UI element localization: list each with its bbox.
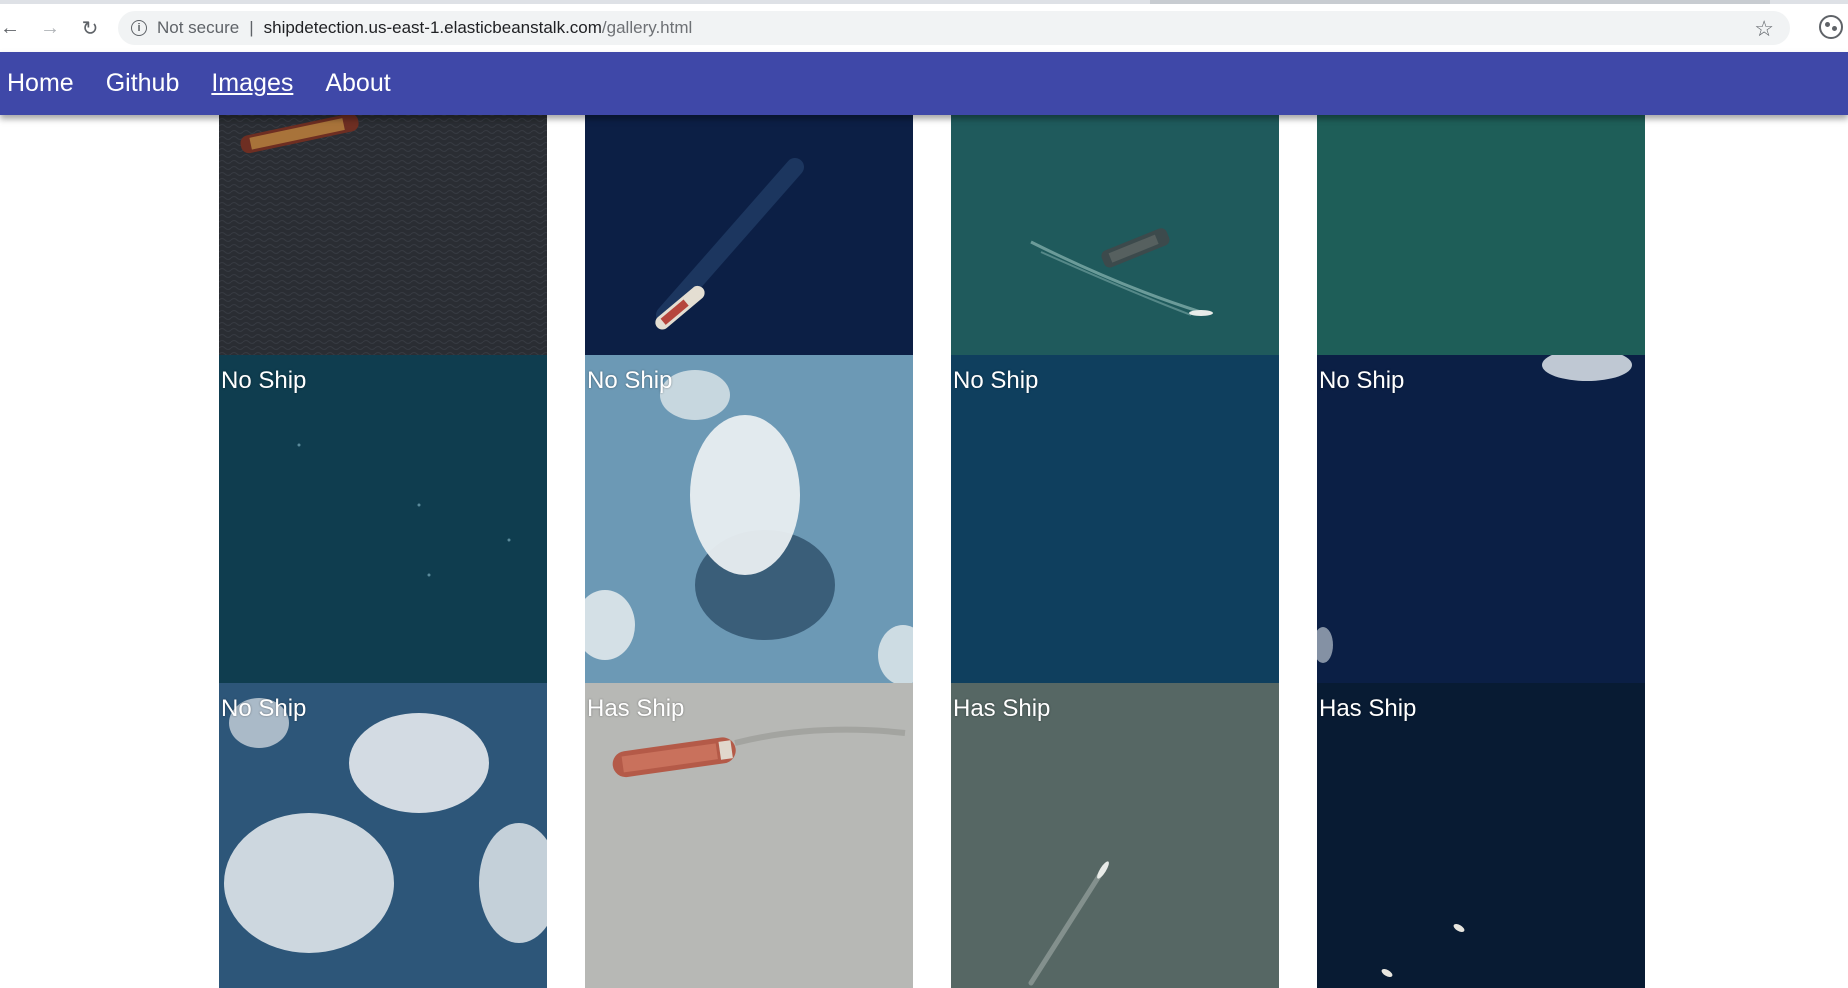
browser-toolbar: ← → ↻ i Not secure | shipdetection.us-ea… xyxy=(0,0,1848,53)
gallery-tile[interactable]: Has Ship xyxy=(951,683,1279,988)
gallery-tile[interactable] xyxy=(1317,115,1645,355)
tile-label: No Ship xyxy=(221,367,307,394)
gallery-tile[interactable]: No Ship xyxy=(585,355,913,683)
gallery-tile[interactable]: No Ship xyxy=(1317,355,1645,683)
extension-icon[interactable] xyxy=(1819,15,1843,39)
forward-arrow-icon[interactable]: → xyxy=(36,14,64,42)
satellite-image xyxy=(951,683,1279,988)
satellite-image xyxy=(951,355,1279,683)
back-arrow-icon[interactable]: ← xyxy=(0,14,24,42)
gallery-tile[interactable] xyxy=(585,115,913,355)
tab-strip xyxy=(0,0,1848,4)
tab-strip-active xyxy=(1150,0,1770,4)
satellite-image xyxy=(585,683,913,988)
satellite-image xyxy=(585,115,913,355)
address-bar[interactable]: i Not secure | shipdetection.us-east-1.e… xyxy=(118,11,1790,45)
gallery-tile[interactable] xyxy=(951,115,1279,355)
image-gallery: No Ship No Ship No Ship No Ship No Ship … xyxy=(219,115,1645,988)
tile-label: No Ship xyxy=(221,695,307,722)
info-icon[interactable]: i xyxy=(131,20,147,36)
satellite-image xyxy=(1317,683,1645,988)
nav-link-github[interactable]: Github xyxy=(106,69,180,98)
satellite-image xyxy=(1317,115,1645,355)
gallery-tile[interactable]: No Ship xyxy=(951,355,1279,683)
nav-link-images[interactable]: Images xyxy=(211,69,293,98)
site-nav-bar: Home Github Images About xyxy=(0,52,1848,115)
gallery-tile[interactable]: No Ship xyxy=(219,683,547,988)
nav-link-home[interactable]: Home xyxy=(7,69,74,98)
satellite-image xyxy=(1317,355,1645,683)
tile-label: Has Ship xyxy=(953,695,1051,722)
tile-label: No Ship xyxy=(953,367,1039,394)
satellite-image xyxy=(585,355,913,683)
tile-label: No Ship xyxy=(587,367,673,394)
url-host: shipdetection.us-east-1.elasticbeanstalk… xyxy=(263,18,602,37)
tile-label: No Ship xyxy=(1319,367,1405,394)
gallery-tile[interactable]: Has Ship xyxy=(1317,683,1645,988)
tile-label: Has Ship xyxy=(587,695,685,722)
satellite-image xyxy=(951,115,1279,355)
satellite-image xyxy=(219,115,547,355)
url-path: /gallery.html xyxy=(601,18,693,37)
gallery-tile[interactable]: No Ship xyxy=(219,355,547,683)
security-label: Not secure xyxy=(157,18,240,37)
tile-label: Has Ship xyxy=(1319,695,1417,722)
reload-icon[interactable]: ↻ xyxy=(76,14,104,42)
url-separator: | xyxy=(249,18,254,37)
gallery-tile[interactable]: Has Ship xyxy=(585,683,913,988)
star-icon[interactable]: ☆ xyxy=(1754,16,1774,42)
nav-link-about[interactable]: About xyxy=(325,69,390,98)
gallery-tile[interactable] xyxy=(219,115,547,355)
satellite-image xyxy=(219,683,547,988)
satellite-image xyxy=(219,355,547,683)
